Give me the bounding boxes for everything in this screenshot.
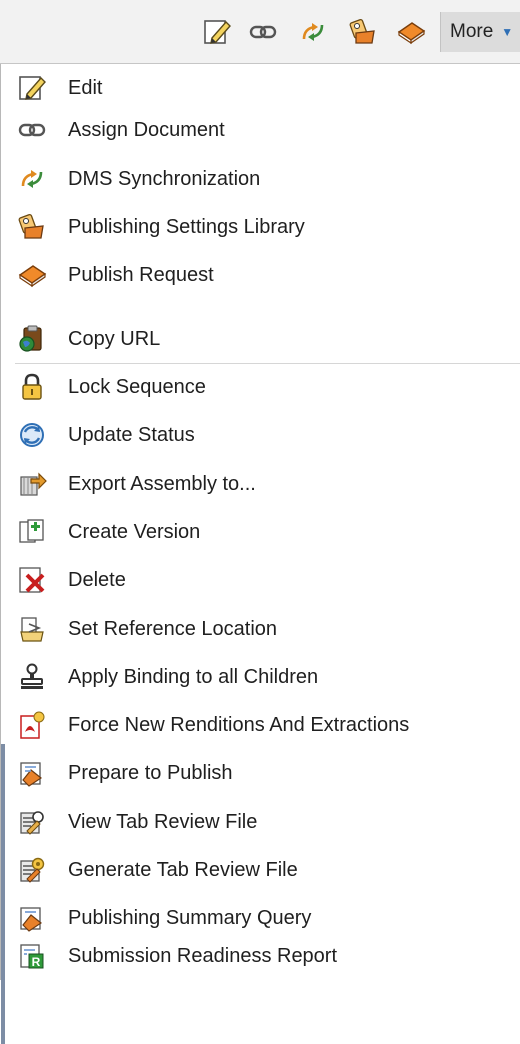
menu-item-label: Edit <box>68 76 103 99</box>
menu-item-label: Prepare to Publish <box>68 761 233 784</box>
menu-item-submission-readiness-report[interactable]: Submission Readiness Report <box>0 932 520 980</box>
edit-icon[interactable] <box>202 17 232 47</box>
refresh-icon <box>17 420 47 450</box>
padlock-icon <box>17 372 47 402</box>
book-icon <box>17 260 47 290</box>
menu-item-view-tab-review-file[interactable]: View Tab Review File <box>0 798 520 846</box>
menu-item-label: Publish Request <box>68 263 214 286</box>
menu-item-label: Copy URL <box>68 327 161 350</box>
menu-item-publishing-settings-library[interactable]: Publishing Settings Library <box>0 203 520 251</box>
menu-item-label: Publishing Settings Library <box>68 215 305 238</box>
stamp-icon <box>17 662 47 692</box>
prepare-publish-icon <box>17 758 47 788</box>
pdf-renditions-icon <box>17 710 47 740</box>
menu-item-label: Force New Renditions And Extractions <box>68 713 410 736</box>
menu-item-force-new-renditions[interactable]: Force New Renditions And Extractions <box>0 701 520 749</box>
menu-item-label: Apply Binding to all Children <box>68 665 319 688</box>
menu-item-label: Publishing Summary Query <box>68 906 312 929</box>
reference-location-icon <box>17 614 47 644</box>
menu-item-label: Assign Document <box>68 118 225 141</box>
menu-item-label: Lock Sequence <box>68 375 206 398</box>
summary-query-icon <box>17 903 47 933</box>
menu-item-label: Export Assembly to... <box>68 472 256 495</box>
menu-item-label: Submission Readiness Report <box>68 944 338 967</box>
menu-item-set-reference-location[interactable]: Set Reference Location <box>0 605 520 653</box>
readiness-report-icon <box>17 941 47 971</box>
menu-item-publish-request[interactable]: Publish Request <box>0 251 520 299</box>
publishing-settings-library-icon[interactable] <box>348 17 378 47</box>
menu-item-label: DMS Synchronization <box>68 167 261 190</box>
toolbar: More ▼ <box>0 0 520 64</box>
menu-item-dms-synchronization[interactable]: DMS Synchronization <box>0 155 520 203</box>
settings-library-icon <box>17 212 47 242</box>
menu-item-label: Delete <box>68 568 126 591</box>
menu-item-assign-document[interactable]: Assign Document <box>0 106 520 154</box>
menu-item-label: View Tab Review File <box>68 810 258 833</box>
menu-item-generate-tab-review-file[interactable]: Generate Tab Review File <box>0 846 520 894</box>
menu-item-lock-sequence[interactable]: Lock Sequence <box>0 363 520 411</box>
assign-document-icon[interactable] <box>248 17 278 47</box>
menu-item-label: Create Version <box>68 520 201 543</box>
menu-item-apply-binding[interactable]: Apply Binding to all Children <box>0 653 520 701</box>
more-label: More <box>450 21 494 42</box>
menu-item-edit[interactable]: Edit <box>0 64 520 112</box>
dms-synchronization-icon[interactable] <box>298 17 328 47</box>
menu-item-create-version[interactable]: Create Version <box>0 508 520 556</box>
export-icon <box>17 469 47 499</box>
publish-request-icon[interactable] <box>396 17 426 47</box>
menu-item-prepare-to-publish[interactable]: Prepare to Publish <box>0 749 520 797</box>
edit-icon <box>17 73 47 103</box>
chain-link-icon <box>17 115 47 145</box>
more-button[interactable]: More ▼ <box>440 12 520 52</box>
chevron-down-icon: ▼ <box>501 25 514 39</box>
view-review-file-icon <box>17 807 47 837</box>
clipboard-globe-icon <box>17 324 47 354</box>
sync-arrows-icon <box>17 164 47 194</box>
generate-review-file-icon <box>17 855 47 885</box>
menu-item-label: Update Status <box>68 423 195 446</box>
menu-item-label: Set Reference Location <box>68 617 278 640</box>
menu-item-export-assembly[interactable]: Export Assembly to... <box>0 460 520 508</box>
menu-item-update-status[interactable]: Update Status <box>0 411 520 459</box>
menu-item-copy-url[interactable]: Copy URL <box>0 315 520 363</box>
new-version-icon <box>17 517 47 547</box>
menu-item-label: Generate Tab Review File <box>68 858 298 881</box>
menu-item-delete[interactable]: Delete <box>0 556 520 604</box>
delete-x-icon <box>17 565 47 595</box>
